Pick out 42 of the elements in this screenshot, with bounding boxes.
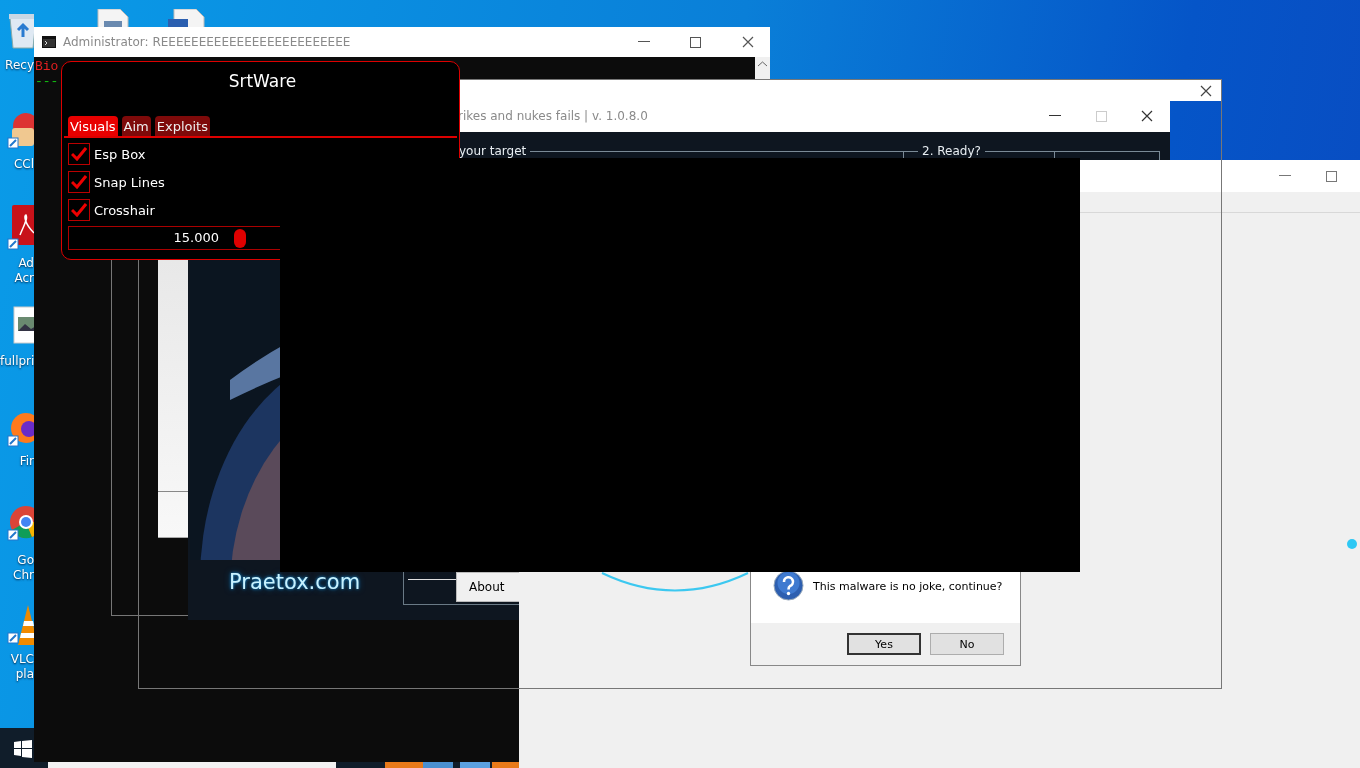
- close-icon[interactable]: [1200, 84, 1212, 97]
- tab[interactable]: Visuals: [68, 116, 118, 136]
- dialog-message: This malware is no joke, continue?: [813, 580, 1003, 595]
- tab[interactable]: Aim: [121, 116, 151, 136]
- icon-label[interactable]: fullpri: [0, 354, 34, 369]
- console-line: ---: [35, 74, 59, 89]
- minimize-icon[interactable]: [1049, 115, 1061, 117]
- icon-label[interactable]: Recy: [0, 58, 34, 73]
- checkbox[interactable]: [68, 199, 90, 221]
- document-icon[interactable]: [96, 9, 130, 27]
- about-button[interactable]: About: [456, 572, 519, 602]
- window-title: SrtWare: [228, 70, 297, 92]
- question-icon: [773, 570, 804, 601]
- dot-icon: [1346, 538, 1358, 550]
- minimize-icon[interactable]: [637, 41, 650, 43]
- checkbox[interactable]: [68, 143, 90, 165]
- yes-button[interactable]: Yes: [847, 633, 921, 655]
- icon-label[interactable]: VLC pla: [0, 652, 34, 682]
- window-title: Administrator: REEEEEEEEEEEEEEEEEEEEEEEEE: [63, 35, 352, 49]
- checkbox[interactable]: [68, 171, 90, 193]
- maximize-icon[interactable]: [1325, 170, 1337, 182]
- icon-label[interactable]: Fir: [0, 454, 34, 469]
- no-button[interactable]: No: [930, 633, 1004, 655]
- close-icon[interactable]: [1141, 110, 1153, 122]
- maximize-icon[interactable]: [690, 36, 701, 48]
- console-icon: [42, 36, 56, 48]
- slider-value: 15.000: [172, 230, 219, 245]
- option-label: Esp Box: [94, 146, 146, 162]
- option-label: Snap Lines: [94, 174, 165, 190]
- close-icon[interactable]: [741, 36, 754, 48]
- icon-label[interactable]: CCl: [0, 157, 34, 172]
- slider-track[interactable]: 15.000: [68, 226, 280, 250]
- windows-icon[interactable]: [14, 740, 32, 758]
- icon-label[interactable]: Go Chr: [0, 553, 34, 583]
- document-icon[interactable]: [166, 9, 206, 27]
- slider-thumb[interactable]: [233, 229, 246, 248]
- banner-text: Praetox.com: [229, 570, 361, 594]
- icon-label[interactable]: Ad Acr: [0, 256, 34, 286]
- tab[interactable]: Exploits: [154, 116, 210, 136]
- option-label: Crosshair: [94, 202, 155, 218]
- console-line: Bio: [35, 59, 59, 74]
- scrollbar[interactable]: [755, 57, 770, 79]
